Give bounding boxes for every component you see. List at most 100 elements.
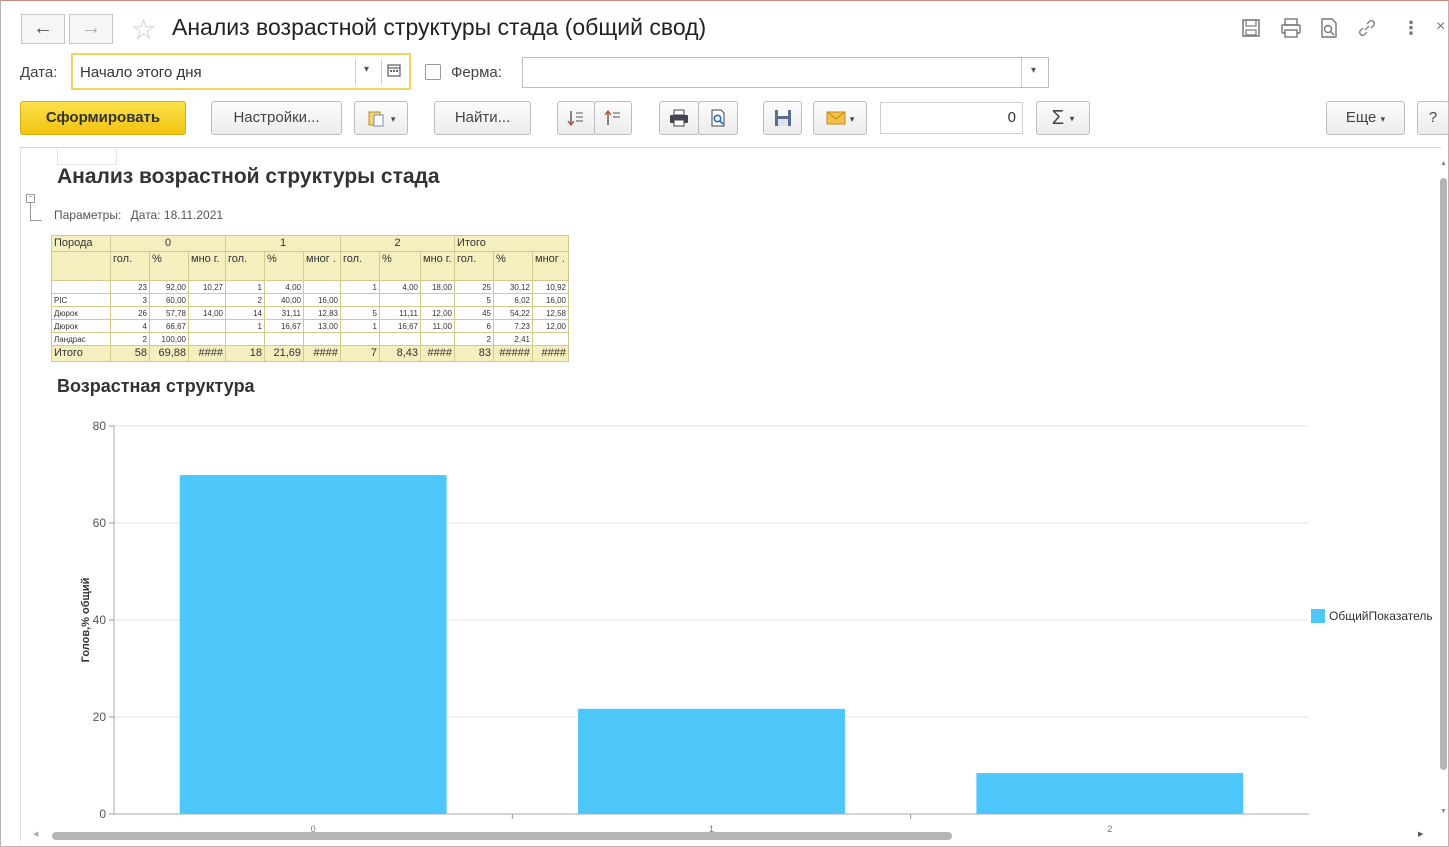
table-cell: 13,00 [303,319,341,333]
farm-checkbox[interactable] [425,64,441,80]
report-header-cell [57,148,117,165]
forward-button[interactable]: → [69,14,113,44]
table-cell: 16,00 [303,293,341,307]
scroll-down-icon[interactable]: ▼ [1440,808,1447,815]
dropdown-arrow-icon[interactable]: ▾ [1031,65,1036,76]
table-cell: 60,00 [149,293,189,307]
table-cell: 2 [110,332,150,346]
clipboard-icon [367,109,387,127]
table-cell: 2,41 [493,332,533,346]
table-cell: 1 [225,280,265,294]
dropdown-arrow-icon[interactable]: ▾ [364,64,369,75]
chart-title: Возрастная структура [57,376,255,396]
table-cell: 12,00 [532,319,569,333]
breed-cell: PIC [51,293,111,307]
more-button[interactable]: Еще ▾ [1326,101,1405,135]
dropdown-arrow-icon: ▾ [1380,114,1386,124]
farm-field[interactable]: ▾ [522,57,1049,88]
sort-desc-button[interactable] [557,101,595,135]
table-cell: 66,67 [149,319,189,333]
subheader-cell: % [379,251,421,281]
group-line [30,203,31,220]
subheader-cell: % [493,251,533,281]
header-group-2: 2 [340,235,455,252]
table-cell: 100,00 [149,332,189,346]
table-cell: 12,83 [303,306,341,320]
table-cell: 4,00 [379,280,421,294]
horizontal-scrollbar[interactable]: ◀ ▶ [30,830,1430,842]
total-label-cell: Итого [51,345,111,362]
favorite-star-icon[interactable]: ☆ [131,13,156,46]
variant-button[interactable]: ▾ [354,101,408,135]
print-icon[interactable] [1280,18,1302,43]
scroll-left-icon[interactable]: ◀ [33,830,38,838]
table-cell: 1 [340,280,380,294]
save-button[interactable] [763,101,802,135]
divider [1021,58,1022,87]
total-cell: 8,43 [379,345,421,362]
vertical-scrollbar[interactable]: ▲ ▼ [1439,160,1449,830]
table-cell: 16,67 [264,319,304,333]
header-group-0: 0 [110,235,226,252]
save-doc-icon[interactable] [1241,18,1261,43]
breed-cell [51,280,111,294]
vertical-scroll-thumb[interactable] [1440,178,1447,770]
scroll-up-icon[interactable]: ▲ [1440,160,1447,167]
scroll-right-icon[interactable]: ▶ [1418,830,1423,838]
y-tick-label: 0 [99,807,106,821]
y-tick-label: 20 [93,710,107,724]
table-row: 23 92,00 10,27 1 4,00 1 4,00 18,00 25 30,12 10,92 [51,280,569,294]
report-area[interactable]: − Анализ возрастной структуры стада Пара… [20,147,1441,841]
table-cell: 23 [110,280,150,294]
preview-button[interactable] [698,101,738,135]
date-field[interactable]: Начало этого дня ▾ [71,53,411,90]
collapse-group-icon[interactable]: − [26,194,35,203]
total-cell: 7 [340,345,380,362]
table-cell [188,332,226,346]
calendar-icon[interactable] [387,63,401,82]
table-cell: 11,11 [379,306,421,320]
link-icon[interactable] [1357,18,1377,43]
table-subheader-row: гол.% мно г. гол.% мног . гол.% мно г. гол.% мн… [51,251,569,281]
number-field[interactable]: 0 [880,102,1023,134]
table-cell: 3 [110,293,150,307]
subheader-cell: мно г. [420,251,455,281]
dropdown-arrow-icon: ▾ [390,114,396,124]
total-cell: 18 [225,345,265,362]
sort-asc-button[interactable] [594,101,632,135]
table-cell [532,332,569,346]
table-cell [420,332,455,346]
settings-button[interactable]: Настройки... [211,101,342,135]
table-cell: 10,92 [532,280,569,294]
date-value[interactable]: Начало этого дня [80,64,202,81]
printer-icon [669,109,689,127]
y-tick-label: 40 [93,613,107,627]
table-row: Дюрок 4 66,67 1 16,67 13,00 1 16,67 11,00 6 7,23 12… [51,319,569,333]
table-cell [188,319,226,333]
table-cell: 40,00 [264,293,304,307]
horizontal-scroll-thumb[interactable] [52,832,952,840]
send-email-button[interactable]: ▾ [813,101,867,135]
help-button[interactable]: ? [1417,101,1449,135]
more-vertical-icon[interactable]: ⋮ [1402,18,1420,39]
back-button[interactable]: ← [21,14,65,44]
sum-button[interactable]: Σ ▾ [1036,101,1090,135]
generate-button[interactable]: Сформировать [20,101,186,135]
preview-icon[interactable] [1319,18,1339,43]
total-cell: #### [303,345,341,362]
table-cell: 5 [454,293,494,307]
total-cell: ##### [493,345,533,362]
dropdown-arrow-icon: ▾ [849,114,855,124]
table-cell: 26 [110,306,150,320]
envelope-icon [826,109,846,126]
print-button[interactable] [659,101,699,135]
table-cell [225,332,265,346]
table-cell: 16,67 [379,319,421,333]
close-icon[interactable]: × [1436,18,1445,36]
bar [578,708,845,814]
table-cell: 54,22 [493,306,533,320]
subheader-cell: % [264,251,304,281]
find-button[interactable]: Найти... [434,101,531,135]
table-cell: 14 [225,306,265,320]
table-cell [379,293,421,307]
